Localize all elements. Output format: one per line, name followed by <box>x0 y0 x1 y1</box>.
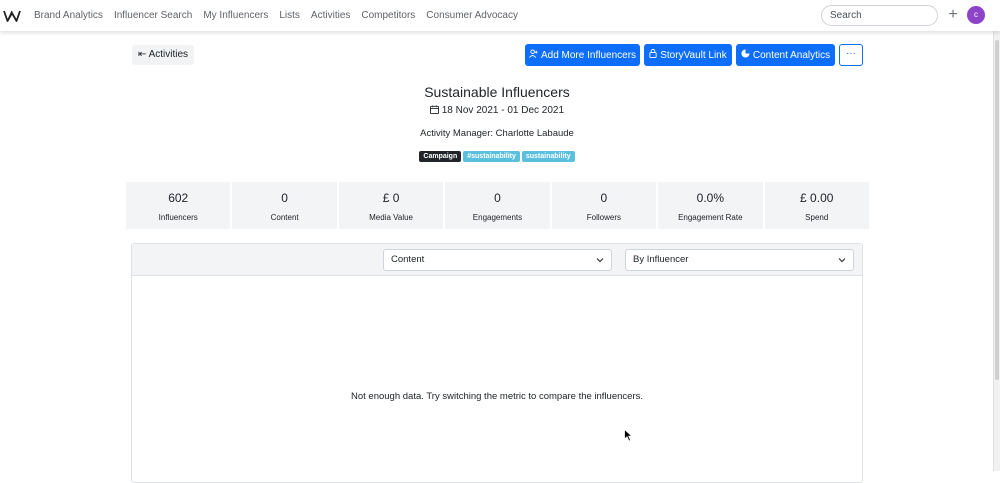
pie-chart-icon <box>741 44 750 66</box>
stat-label: Influencers <box>158 213 198 222</box>
add-user-icon <box>529 44 538 66</box>
empty-state-message: Not enough data. Try switching the metri… <box>350 391 643 402</box>
stat-influencers: 602 Influencers <box>126 182 231 229</box>
comparison-panel: Content By Influencer Not enough data. T… <box>131 243 863 483</box>
stat-value: 0 <box>281 191 288 205</box>
chevron-down-icon <box>838 258 846 263</box>
metric-select[interactable]: Content <box>383 249 612 271</box>
badge-sustainability: sustainability <box>521 151 575 162</box>
lock-icon <box>649 44 657 66</box>
stat-engagements: 0 Engagements <box>445 182 550 229</box>
activity-manager-name: Charlotte Labaude <box>495 128 574 139</box>
group-by-select[interactable]: By Influencer <box>625 249 854 271</box>
activity-manager: Activity Manager: Charlotte Labaude <box>0 128 994 139</box>
stat-followers: 0 Followers <box>551 182 657 229</box>
nav-link-consumer-advocacy[interactable]: Consumer Advocacy <box>426 10 518 21</box>
chevron-down-icon <box>596 258 604 263</box>
metric-select-value: Content <box>391 254 425 265</box>
stat-content: 0 Content <box>232 182 337 229</box>
badge-hashtag-sustainability: #sustainability <box>463 151 520 162</box>
storyvault-link-button[interactable]: StoryVault Link <box>644 44 732 66</box>
nav-link-competitors[interactable]: Competitors <box>361 10 415 21</box>
nav-link-my-influencers[interactable]: My Influencers <box>203 10 268 21</box>
stat-spend: £ 0.00 Spend <box>764 182 869 229</box>
add-more-influencers-label: Add More Influencers <box>540 50 637 61</box>
back-arrow-icon: ⇤ <box>137 49 147 60</box>
top-navbar: Brand Analytics Influencer Search My Inf… <box>0 0 1000 31</box>
scrollbar-thumb[interactable] <box>995 40 999 380</box>
nav-link-influencer-search[interactable]: Influencer Search <box>114 10 192 21</box>
search-input[interactable] <box>821 5 938 26</box>
calendar-icon <box>429 105 442 116</box>
add-plus-button[interactable]: + <box>944 5 962 25</box>
date-range-text: 18 Nov 2021 - 01 Dec 2021 <box>441 105 565 116</box>
date-range: 18 Nov 2021 - 01 Dec 2021 <box>0 105 994 116</box>
back-to-activities-button[interactable]: ⇤ Activities <box>132 45 194 65</box>
nav-link-brand-analytics[interactable]: Brand Analytics <box>34 10 103 21</box>
avatar[interactable]: c <box>967 6 985 24</box>
back-button-label: Activities <box>148 49 189 60</box>
more-options-button[interactable]: ··· <box>839 44 863 66</box>
stat-value: 0.0% <box>696 191 724 205</box>
stat-label: Engagement Rate <box>678 213 743 222</box>
nav-links: Brand Analytics Influencer Search My Inf… <box>34 0 529 31</box>
stat-engagement-rate: 0.0% Engagement Rate <box>658 182 763 229</box>
stat-label: Spend <box>805 213 829 222</box>
stat-label: Engagements <box>472 213 523 222</box>
nav-link-lists[interactable]: Lists <box>279 10 300 21</box>
add-more-influencers-button[interactable]: Add More Influencers <box>525 44 640 66</box>
stat-value: £ 0.00 <box>800 191 834 205</box>
page-title: Sustainable Influencers <box>424 84 570 100</box>
stat-label: Followers <box>586 213 622 222</box>
activity-tags: Campaign #sustainability sustainability <box>0 151 994 162</box>
stat-value: £ 0 <box>382 191 400 205</box>
stat-media-value: £ 0 Media Value <box>338 182 444 229</box>
storyvault-link-label: StoryVault Link <box>660 50 727 61</box>
group-by-select-value: By Influencer <box>633 254 689 265</box>
badge-campaign: Campaign <box>419 151 462 162</box>
mouse-pointer-icon <box>624 429 633 442</box>
stats-row: 602 Influencers 0 Content £ 0 Media Valu… <box>126 182 869 229</box>
content-analytics-button[interactable]: Content Analytics <box>736 44 835 66</box>
panel-header: Content By Influencer <box>132 244 862 276</box>
stat-label: Media Value <box>369 213 413 222</box>
stat-label: Content <box>270 213 299 222</box>
stat-value: 0 <box>494 191 501 205</box>
activity-manager-label: Activity Manager: <box>420 128 494 139</box>
brand-logo-icon[interactable] <box>3 8 21 23</box>
content-analytics-label: Content Analytics <box>752 50 831 61</box>
stat-value: 0 <box>600 191 608 205</box>
stat-value: 602 <box>168 191 189 205</box>
nav-link-activities[interactable]: Activities <box>311 10 350 21</box>
